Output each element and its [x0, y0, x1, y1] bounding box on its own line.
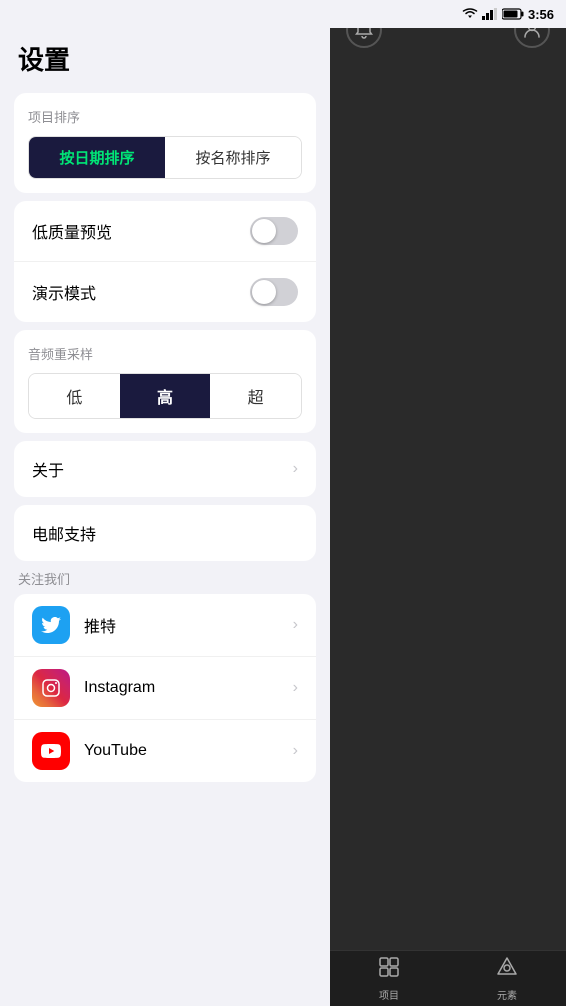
sort-label: 项目排序	[28, 107, 302, 126]
youtube-name: YouTube	[84, 742, 293, 760]
elements-icon	[496, 956, 518, 984]
toggle-row-low-quality: 低质量预览	[14, 201, 316, 261]
sort-by-name-button[interactable]: 按名称排序	[165, 137, 301, 178]
instagram-row[interactable]: Instagram ›	[14, 657, 316, 720]
nav-projects[interactable]: 项目	[378, 956, 400, 1002]
twitter-name: 推特	[84, 613, 293, 637]
youtube-row[interactable]: YouTube ›	[14, 720, 316, 782]
about-label: 关于	[32, 457, 64, 481]
projects-icon	[378, 956, 400, 984]
sort-by-date-button[interactable]: 按日期排序	[29, 137, 165, 178]
about-row[interactable]: 关于 ›	[14, 441, 316, 497]
audio-section: 音频重采样 低 高 超	[14, 330, 316, 433]
twitter-row[interactable]: 推特 ›	[14, 594, 316, 657]
audio-high-button[interactable]: 高	[120, 374, 211, 418]
email-row[interactable]: 电邮支持	[14, 505, 316, 561]
audio-ultra-button[interactable]: 超	[210, 374, 301, 418]
sort-buttons: 按日期排序 按名称排序	[28, 136, 302, 179]
right-panel	[330, 0, 566, 1006]
audio-label: 音频重采样	[28, 344, 302, 363]
battery-icon	[502, 8, 524, 20]
email-section: 电邮支持	[14, 505, 316, 561]
status-bar: 3:56	[0, 0, 566, 28]
audio-low-button[interactable]: 低	[29, 374, 120, 418]
demo-mode-toggle[interactable]	[250, 278, 298, 306]
instagram-icon	[32, 669, 70, 707]
projects-label: 项目	[379, 987, 399, 1002]
instagram-name: Instagram	[84, 679, 293, 697]
signal-icon	[482, 8, 498, 20]
wifi-icon	[462, 8, 478, 20]
about-chevron-icon: ›	[293, 460, 298, 478]
follow-section: 推特 › Instagram ›	[14, 594, 316, 782]
youtube-icon	[32, 732, 70, 770]
sort-section: 项目排序 按日期排序 按名称排序	[14, 93, 316, 193]
follow-section-wrapper: 关注我们 推特 ›	[14, 569, 316, 782]
left-panel: 设置 项目排序 按日期排序 按名称排序 低质量预览 演示模式 音频重采样 低 高…	[0, 0, 330, 1006]
youtube-chevron-icon: ›	[293, 742, 298, 760]
bottom-nav: 项目 元素	[330, 950, 566, 1006]
follow-label: 关注我们	[14, 569, 316, 594]
status-icons: 3:56	[462, 7, 554, 22]
email-label: 电邮支持	[32, 521, 96, 545]
toggle-knob	[252, 219, 276, 243]
twitter-chevron-icon: ›	[293, 616, 298, 634]
elements-label: 元素	[497, 987, 517, 1002]
low-quality-label: 低质量预览	[32, 219, 112, 243]
demo-mode-label: 演示模式	[32, 280, 96, 304]
toggle-section: 低质量预览 演示模式	[14, 201, 316, 322]
status-time: 3:56	[528, 7, 554, 22]
toggle-knob-2	[252, 280, 276, 304]
nav-elements[interactable]: 元素	[496, 956, 518, 1002]
low-quality-toggle[interactable]	[250, 217, 298, 245]
twitter-icon	[32, 606, 70, 644]
instagram-chevron-icon: ›	[293, 679, 298, 697]
toggle-row-demo-mode: 演示模式	[14, 261, 316, 322]
about-section: 关于 ›	[14, 441, 316, 497]
audio-buttons: 低 高 超	[28, 373, 302, 419]
